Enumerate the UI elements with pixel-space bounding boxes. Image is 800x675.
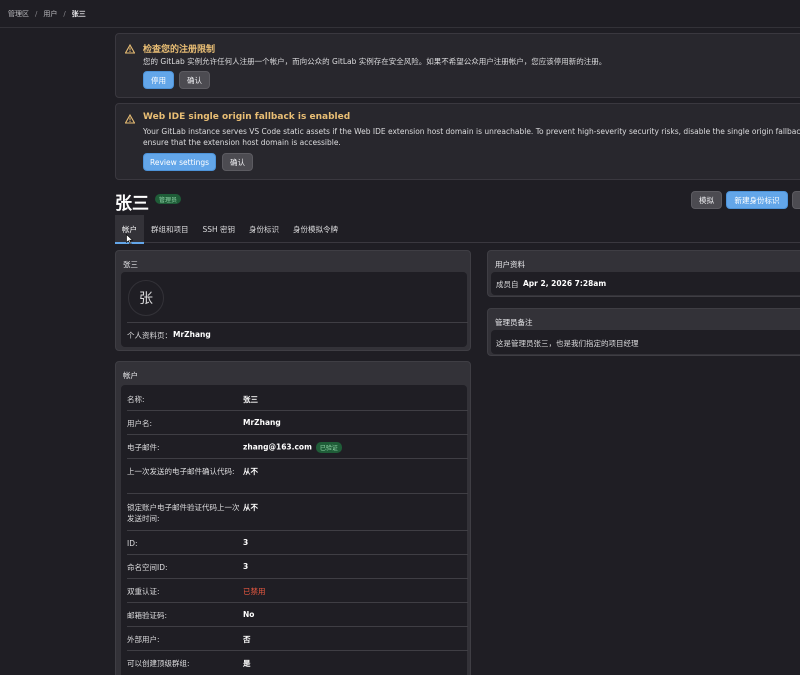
row-value: zhang@163.com 已验证 — [243, 442, 342, 453]
breadcrumb: 管理区 / 用户 / 张三 — [0, 0, 800, 28]
tab-groups-projects[interactable]: 群组和项目 — [144, 215, 196, 243]
registration-alert: 检查您的注册限制 您的 GitLab 实例允许任何人注册一个帐户，而向公众的 G… — [115, 33, 800, 98]
admin-badge: 管理员 — [155, 194, 182, 204]
profile-card-title: 张三 — [123, 260, 138, 269]
two-factor-status: 已禁用 — [243, 587, 266, 596]
email-link[interactable]: zhang@163.com — [243, 443, 312, 452]
admin-note-title: 管理员备注 — [495, 318, 533, 327]
user-info-card: 用户资料 成员自 Apr 2, 2026 7:28am — [487, 250, 800, 297]
admin-note-body: 这是管理员张三，也是我们指定的项目经理 — [491, 330, 800, 354]
profile-card: 张三 张 个人资料页： MrZhang — [115, 250, 471, 351]
divider — [127, 322, 468, 323]
divider — [127, 458, 468, 459]
divider — [127, 530, 468, 531]
row-value: 张三 — [243, 395, 258, 404]
breadcrumb-separator: / — [35, 9, 38, 18]
alert-body: Your GitLab instance serves VS Code stat… — [143, 127, 800, 147]
member-since-value: Apr 2, 2026 7:28am — [523, 279, 607, 288]
admin-note-card: 管理员备注 这是管理员张三，也是我们指定的项目经理 — [487, 308, 800, 356]
more-actions-button[interactable] — [792, 191, 800, 209]
warning-icon — [125, 114, 135, 124]
row-value: 否 — [243, 635, 251, 644]
row-value: 3 — [243, 538, 249, 547]
tab-ssh-keys[interactable]: SSH 密钥 — [196, 215, 243, 243]
web-ide-alert: Web IDE single origin fallback is enable… — [115, 103, 800, 180]
row-label: 锁定账户电子邮件验证代码上一次发送时间: — [127, 503, 240, 523]
profile-page-link[interactable]: MrZhang — [173, 330, 211, 339]
divider — [127, 578, 468, 579]
impersonate-button[interactable]: 模拟 — [691, 191, 722, 209]
breadcrumb-admin-link[interactable]: 管理区 — [8, 9, 29, 19]
account-card: 帐户 名称: 张三 用户名: MrZhang 电子邮件: zhang@163.c… — [115, 361, 471, 675]
member-since-label: 成员自 — [496, 280, 519, 289]
account-card-title: 帐户 — [123, 371, 138, 380]
row-label: 用户名: — [127, 419, 153, 428]
user-tabs: 帐户 群组和项目 SSH 密钥 身份标识 身份模拟令牌 — [115, 215, 800, 244]
row-label: 可以创建顶级群组: — [127, 659, 190, 668]
profile-page-label: 个人资料页： — [127, 331, 172, 340]
row-label: ID: — [127, 539, 138, 548]
acknowledge-button[interactable]: 确认 — [179, 71, 210, 89]
divider — [127, 493, 468, 494]
user-info-body: 成员自 Apr 2, 2026 7:28am — [491, 272, 800, 295]
verified-badge: 已验证 — [315, 442, 342, 453]
profile-card-body: 张 个人资料页： MrZhang — [121, 272, 468, 347]
row-value: 3 — [243, 562, 249, 571]
user-info-title: 用户资料 — [495, 260, 525, 269]
row-label: 上一次发送的电子邮件确认代码: — [127, 467, 235, 476]
breadcrumb-users-link[interactable]: 用户 — [43, 9, 57, 19]
alert-title: 检查您的注册限制 — [143, 45, 216, 55]
divider — [127, 410, 468, 411]
row-value: 是 — [243, 659, 251, 668]
deactivate-button[interactable]: 停用 — [143, 71, 174, 89]
page-title: 张三 — [115, 194, 149, 214]
row-label: 外部用户: — [127, 635, 160, 644]
account-card-body: 名称: 张三 用户名: MrZhang 电子邮件: zhang@163.com 已… — [121, 385, 468, 675]
divider — [127, 554, 468, 555]
divider — [127, 650, 468, 651]
new-identity-button[interactable]: 新建身份标识 — [726, 191, 788, 209]
tab-impersonation-tokens[interactable]: 身份模拟令牌 — [286, 215, 345, 243]
row-label: 双重认证: — [127, 587, 160, 596]
divider — [127, 434, 468, 435]
divider — [127, 626, 468, 627]
row-value: 从不 — [243, 503, 258, 512]
review-settings-button[interactable]: Review settings — [143, 153, 216, 171]
row-label: 名称: — [127, 395, 145, 404]
row-value: 从不 — [243, 467, 258, 476]
tab-identities[interactable]: 身份标识 — [242, 215, 286, 243]
avatar: 张 — [128, 280, 164, 316]
divider — [127, 602, 468, 603]
mouse-cursor-icon — [126, 234, 134, 245]
breadcrumb-separator: / — [63, 9, 66, 18]
row-value: MrZhang — [243, 418, 281, 427]
row-label: 命名空间ID: — [127, 563, 168, 572]
row-value: No — [243, 610, 255, 619]
breadcrumb-current: 张三 — [71, 9, 86, 18]
acknowledge-button[interactable]: 确认 — [222, 153, 253, 171]
warning-icon — [125, 44, 135, 54]
row-label: 邮箱验证码: — [127, 611, 168, 620]
admin-note-text: 这是管理员张三，也是我们指定的项目经理 — [496, 339, 639, 348]
row-label: 电子邮件: — [127, 443, 160, 452]
alert-title: Web IDE single origin fallback is enable… — [143, 112, 351, 122]
alert-body: 您的 GitLab 实例允许任何人注册一个帐户，而向公众的 GitLab 实例存… — [143, 57, 607, 66]
